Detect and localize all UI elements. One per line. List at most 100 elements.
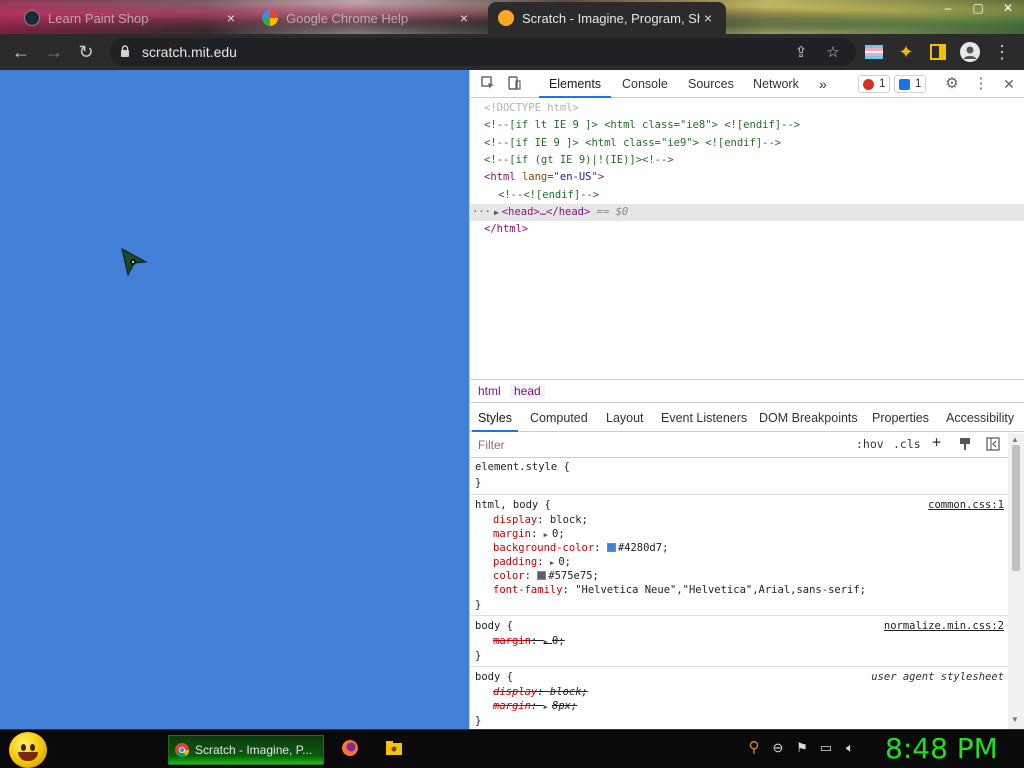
rule-source-link[interactable]: common.css:1 bbox=[928, 498, 1004, 512]
dom-html-close[interactable]: </html> bbox=[484, 221, 528, 238]
decl-font-family[interactable]: font-family: "Helvetica Neue","Helvetica… bbox=[493, 583, 866, 597]
error-count-badge[interactable]: 1 bbox=[858, 75, 891, 93]
lang-value: en-US bbox=[559, 171, 592, 183]
decl-display-ua[interactable]: display: block; bbox=[493, 685, 588, 699]
inspect-element-icon[interactable] bbox=[480, 76, 496, 92]
colon: : bbox=[530, 700, 544, 712]
reload-button[interactable]: ↻ bbox=[74, 40, 98, 64]
bookmark-star-icon[interactable]: ☆ bbox=[824, 44, 842, 62]
close-tab-icon[interactable]: × bbox=[456, 10, 472, 26]
new-rule-button[interactable]: + bbox=[932, 433, 941, 451]
tab-console[interactable]: Console bbox=[622, 70, 668, 98]
color-swatch[interactable] bbox=[537, 571, 547, 580]
dom-comment-ie9[interactable]: <!--[if IE 9 ]> <html class="ie9"> <![en… bbox=[484, 135, 781, 152]
rule-body-normalize[interactable]: body { normalize.min.css:2 margin: ▶ 0; … bbox=[470, 616, 1010, 667]
tab-properties[interactable]: Properties bbox=[872, 404, 929, 432]
rule-html-body[interactable]: html, body { common.css:1 display: block… bbox=[470, 495, 1010, 616]
rule-source-link[interactable]: normalize.min.css:2 bbox=[884, 619, 1004, 633]
rule-body-user-agent[interactable]: body { user agent stylesheet display: bl… bbox=[470, 667, 1010, 729]
device-toolbar-icon[interactable] bbox=[506, 76, 522, 92]
close-devtools-icon[interactable]: ✕ bbox=[1001, 76, 1017, 92]
paint-brush-icon[interactable] bbox=[958, 437, 972, 454]
network-icon[interactable]: ▭ bbox=[818, 740, 834, 756]
close-tab-icon[interactable]: × bbox=[700, 10, 716, 26]
dom-head-selected[interactable]: ··· ▶ <head>…</head> == $0 bbox=[470, 204, 1024, 221]
more-tabs-button[interactable]: » bbox=[819, 70, 827, 98]
start-button-smiley-icon[interactable] bbox=[9, 732, 47, 768]
sidebar-icon[interactable] bbox=[926, 40, 950, 64]
dom-tree: <!DOCTYPE html> <!--[if lt IE 9 ]> <html… bbox=[470, 100, 1024, 378]
gear-icon[interactable]: ⚙ bbox=[944, 76, 960, 92]
folder-icon[interactable] bbox=[385, 739, 402, 755]
tab-computed[interactable]: Computed bbox=[530, 404, 588, 432]
page-viewport[interactable] bbox=[0, 70, 469, 729]
hov-button[interactable]: :hov bbox=[856, 437, 884, 451]
rule-element-style[interactable]: element.style { } bbox=[470, 458, 1010, 495]
tab-event-listeners[interactable]: Event Listeners bbox=[661, 404, 747, 432]
expand-triangle-icon[interactable]: ▶ bbox=[544, 531, 552, 539]
cls-button[interactable]: .cls bbox=[893, 437, 921, 451]
tab-sources[interactable]: Sources bbox=[688, 70, 734, 98]
error-icon bbox=[863, 79, 874, 90]
minus-circle-icon[interactable]: ⊖ bbox=[770, 740, 786, 756]
share-icon[interactable]: ⇪ bbox=[792, 44, 810, 62]
minimize-button[interactable]: – bbox=[933, 0, 963, 18]
dom-comment-ie8[interactable]: <!--[if lt IE 9 ]> <html class="ie8"> <!… bbox=[484, 117, 800, 134]
decl-display[interactable]: display: block; bbox=[493, 513, 588, 527]
chrome-menu-icon[interactable]: ⋮ bbox=[990, 40, 1014, 64]
scroll-down-icon[interactable]: ▼ bbox=[1011, 715, 1019, 724]
tab-google-chrome-help[interactable]: Google Chrome Help × bbox=[252, 2, 482, 34]
decl-background-color[interactable]: background-color: #4280d7; bbox=[493, 541, 668, 555]
forward-button[interactable]: → bbox=[42, 40, 66, 64]
dom-comment-gt-ie9[interactable]: <!--[if (gt IE 9)|!(IE)]><!--> bbox=[484, 152, 674, 169]
dom-doctype[interactable]: <!DOCTYPE html> bbox=[484, 100, 579, 117]
puzzle-icon[interactable]: ✦ bbox=[894, 40, 918, 64]
tab-dom-breakpoints[interactable]: DOM Breakpoints bbox=[759, 404, 858, 432]
toggle-sidebar-icon[interactable] bbox=[986, 437, 1000, 454]
expand-triangle-icon[interactable]: ▶ bbox=[544, 638, 552, 646]
decl-margin-overridden[interactable]: margin: ▶ 0; bbox=[493, 634, 565, 648]
scroll-thumb[interactable] bbox=[1012, 445, 1020, 571]
url-text[interactable]: scratch.mit.edu bbox=[142, 44, 237, 60]
expand-triangle-icon[interactable]: ▶ bbox=[491, 208, 502, 217]
close-window-button[interactable]: ✕ bbox=[993, 0, 1023, 18]
message-count-badge[interactable]: 1 bbox=[894, 75, 927, 93]
scroll-up-icon[interactable]: ▲ bbox=[1011, 435, 1019, 444]
maximize-button[interactable]: ▢ bbox=[963, 0, 993, 18]
crumb-head[interactable]: head bbox=[510, 384, 545, 398]
tab-styles[interactable]: Styles bbox=[472, 404, 518, 432]
expand-triangle-icon[interactable]: ▶ bbox=[544, 703, 552, 711]
search-icon[interactable]: ⚲ bbox=[746, 740, 762, 756]
prop-name: margin bbox=[493, 528, 531, 540]
color-swatch[interactable] bbox=[606, 543, 616, 552]
prop-value: 0; bbox=[552, 635, 565, 647]
dollar-zero: == $0 bbox=[590, 206, 629, 218]
tab-accessibility[interactable]: Accessibility bbox=[946, 404, 1014, 432]
taskbar-chrome-window[interactable]: Scratch - Imagine, P... bbox=[168, 735, 324, 765]
tab-network[interactable]: Network bbox=[753, 70, 799, 98]
firefox-icon[interactable] bbox=[341, 739, 358, 756]
styles-scrollbar[interactable]: ▲ ▼ bbox=[1008, 433, 1024, 729]
dom-comment-endif[interactable]: <!--<![endif]--> bbox=[498, 187, 599, 204]
address-bar[interactable]: scratch.mit.edu ⇪ ☆ bbox=[110, 38, 856, 66]
tab-scratch[interactable]: Scratch - Imagine, Program, Share × bbox=[488, 2, 726, 34]
close-tab-icon[interactable]: × bbox=[223, 10, 239, 26]
flag-extension-icon[interactable] bbox=[862, 40, 886, 64]
profile-icon[interactable] bbox=[958, 40, 982, 64]
decl-margin-ua[interactable]: margin: ▶ 8px; bbox=[493, 699, 577, 713]
action-center-flag-icon[interactable]: ⚑ bbox=[794, 740, 810, 756]
decl-padding[interactable]: padding: ▶ 0; bbox=[493, 555, 571, 569]
back-button[interactable]: ← bbox=[9, 40, 33, 64]
crumb-html[interactable]: html bbox=[474, 384, 505, 398]
dom-html-open[interactable]: <html lang="en-US"> bbox=[484, 169, 604, 186]
tab-learn-paint-shop[interactable]: Learn Paint Shop × bbox=[14, 2, 249, 34]
decl-color[interactable]: color: #575e75; bbox=[493, 569, 599, 583]
tab-elements[interactable]: Elements bbox=[539, 70, 611, 98]
volume-icon[interactable]: 🔈︎ bbox=[842, 740, 858, 756]
decl-margin[interactable]: margin: ▶ 0; bbox=[493, 527, 565, 541]
taskbar-clock[interactable]: 8:48 PM bbox=[885, 732, 998, 765]
filter-input[interactable]: Filter bbox=[478, 438, 505, 452]
taskbar-window-label: Scratch - Imagine, P... bbox=[195, 743, 313, 757]
tab-layout[interactable]: Layout bbox=[606, 404, 644, 432]
devtools-menu-icon[interactable]: ⋮ bbox=[973, 76, 989, 92]
